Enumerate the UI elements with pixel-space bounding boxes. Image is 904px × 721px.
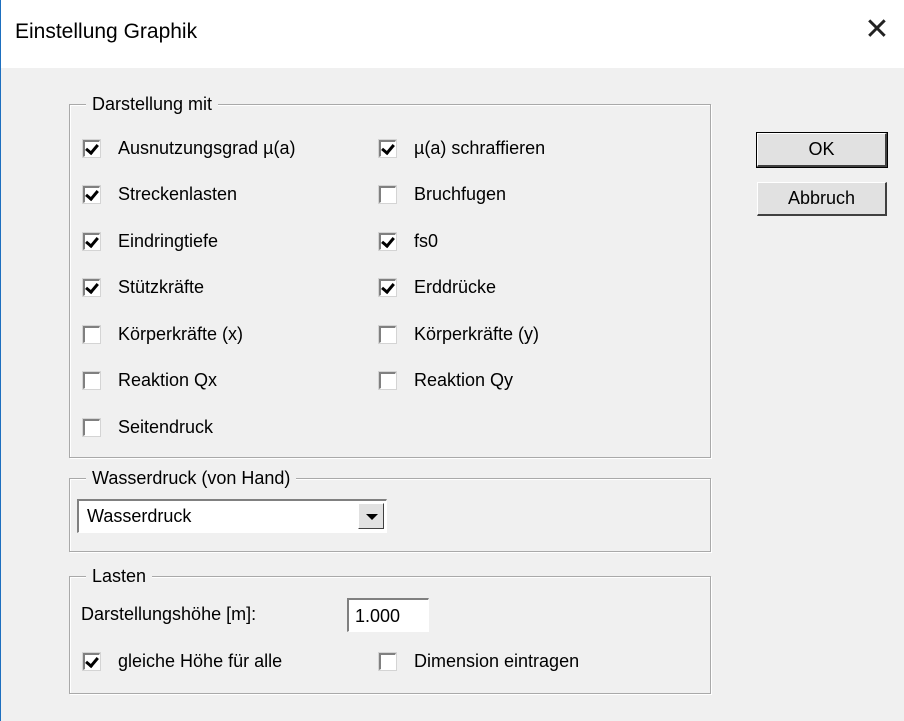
display-left-checkbox-4[interactable]: Körperkräfte (x) [83,321,243,347]
display-right-checkbox-label: Erddrücke [414,277,497,297]
display-right-checkbox-2[interactable]: fs0 [379,228,438,254]
display-right-checkbox-label: Körperkräfte (y) [414,323,540,344]
display-left-check-box-1[interactable] [83,186,100,203]
display-left-checkbox-label: Seitendruck [118,416,214,437]
water-pressure-select[interactable]: Wasserdruck [77,499,387,533]
display-left-checkbox-label: Körperkräfte (x) [118,323,244,344]
display-left-checkbox-label: Eindringtiefe [118,230,219,251]
cancel-button[interactable]: Abbruch [757,182,887,216]
dialog-title: Einstellung Graphik [15,20,198,43]
display-right-checkbox-label: Reaktion Qy [414,370,514,390]
water-pressure-legend: Wasserdruck (von Hand) [86,467,297,489]
display-left-check-box-6[interactable] [83,418,100,436]
display-left-checkbox-6[interactable]: Seitendruck [83,414,213,440]
same-height-label: gleiche Höhe für alle [118,650,283,671]
settings-dialog: Einstellung Graphik ✕ Darstellung mit Wa… [0,0,904,721]
display-left-checkbox-label: Ausnutzungsgrad µ(a) [118,137,296,158]
display-right-check-box-0[interactable] [379,139,396,157]
display-right-checkbox-label: Bruchfugen [414,184,507,204]
display-left-check-box-2[interactable] [83,232,100,250]
title-bar: Einstellung Graphik ✕ [1,0,904,68]
display-right-checkbox-1[interactable]: Bruchfugen [379,182,506,208]
display-left-check-box-0[interactable] [83,139,100,157]
display-left-checkbox-3[interactable]: Stützkräfte [83,275,204,301]
display-left-check-box-5[interactable] [83,372,100,389]
dimension-checkbox[interactable]: Dimension eintragen [379,648,579,674]
display-right-check-box-3[interactable] [379,279,396,296]
dimension-label: Dimension eintragen [414,650,580,671]
display-left-checkbox-label: Streckenlasten [118,184,238,204]
display-left-checkbox-label: Stützkräfte [118,277,205,297]
close-icon[interactable]: ✕ [859,12,895,48]
display-left-checkbox-1[interactable]: Streckenlasten [83,182,237,208]
chevron-down-icon[interactable] [358,503,384,529]
display-options-legend: Darstellung mit [86,93,219,115]
display-right-check-box-2[interactable] [379,232,396,250]
display-right-check-box-4[interactable] [379,325,396,343]
display-left-check-box-4[interactable] [83,325,100,343]
display-left-checkbox-5[interactable]: Reaktion Qx [83,368,217,394]
ok-button[interactable]: OK [756,132,888,168]
loads-group: Lasten [69,565,711,694]
dimension-check-box[interactable] [379,652,396,670]
display-right-checkbox-label: fs0 [414,230,439,251]
display-right-checkbox-0[interactable]: µ(a) schraffieren [379,135,545,161]
display-left-checkbox-label: Reaktion Qx [118,370,218,390]
display-right-check-box-1[interactable] [379,186,396,203]
display-right-checkbox-5[interactable]: Reaktion Qy [379,368,513,394]
loads-legend: Lasten [86,565,153,587]
display-right-checkbox-4[interactable]: Körperkräfte (y) [379,321,539,347]
display-right-checkbox-3[interactable]: Erddrücke [379,275,496,301]
display-left-checkbox-2[interactable]: Eindringtiefe [83,228,218,254]
display-left-checkbox-0[interactable]: Ausnutzungsgrad µ(a) [83,135,295,161]
display-height-label: Darstellungshöhe [m]: [81,604,257,624]
display-left-check-box-3[interactable] [83,279,100,296]
same-height-checkbox[interactable]: gleiche Höhe für alle [83,648,282,674]
water-pressure-select-value: Wasserdruck [87,506,192,526]
display-right-checkbox-label: µ(a) schraffieren [414,137,546,158]
display-height-input[interactable]: 1.000 [347,598,429,632]
display-right-check-box-5[interactable] [379,372,396,389]
same-height-check-box[interactable] [83,652,100,670]
